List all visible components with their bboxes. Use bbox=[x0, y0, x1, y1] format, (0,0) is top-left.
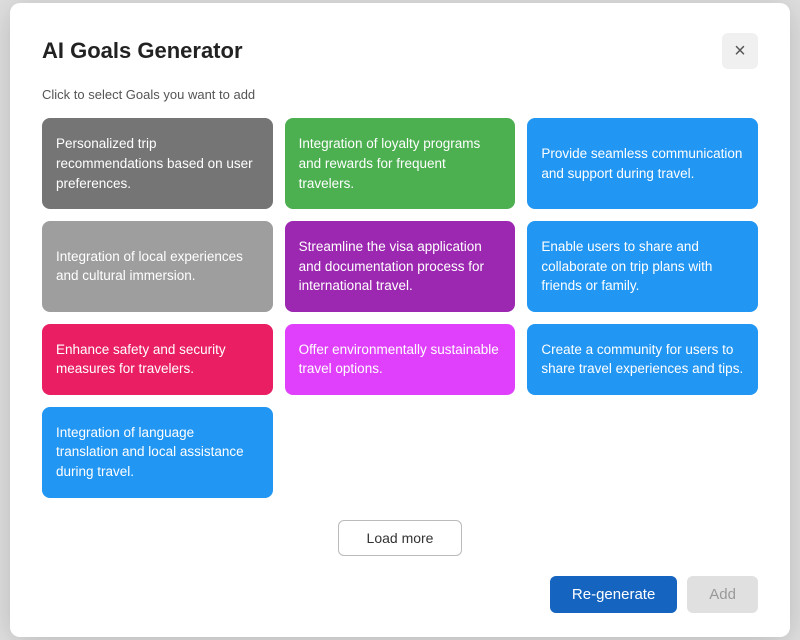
close-button[interactable]: × bbox=[722, 33, 758, 69]
add-button: Add bbox=[687, 576, 758, 613]
load-more-button[interactable]: Load more bbox=[338, 520, 463, 556]
goal-card-5[interactable]: Streamline the visa application and docu… bbox=[285, 221, 516, 312]
goal-card-10[interactable]: Integration of language translation and … bbox=[42, 407, 273, 498]
goal-card-3[interactable]: Provide seamless communication and suppo… bbox=[527, 118, 758, 209]
load-more-row: Load more bbox=[42, 520, 758, 556]
goal-card-8[interactable]: Offer environmentally sustainable travel… bbox=[285, 324, 516, 395]
modal-header: AI Goals Generator × bbox=[42, 33, 758, 69]
subtitle: Click to select Goals you want to add bbox=[42, 87, 758, 102]
goal-card-7[interactable]: Enhance safety and security measures for… bbox=[42, 324, 273, 395]
goal-card-9[interactable]: Create a community for users to share tr… bbox=[527, 324, 758, 395]
goal-card-1[interactable]: Personalized trip recommendations based … bbox=[42, 118, 273, 209]
modal: AI Goals Generator × Click to select Goa… bbox=[10, 3, 790, 636]
goal-card-6[interactable]: Enable users to share and collaborate on… bbox=[527, 221, 758, 312]
regenerate-button[interactable]: Re-generate bbox=[550, 576, 677, 613]
modal-title: AI Goals Generator bbox=[42, 38, 243, 64]
modal-footer: Re-generate Add bbox=[42, 576, 758, 613]
goal-card-4[interactable]: Integration of local experiences and cul… bbox=[42, 221, 273, 312]
goal-card-2[interactable]: Integration of loyalty programs and rewa… bbox=[285, 118, 516, 209]
goals-grid: Personalized trip recommendations based … bbox=[42, 118, 758, 497]
